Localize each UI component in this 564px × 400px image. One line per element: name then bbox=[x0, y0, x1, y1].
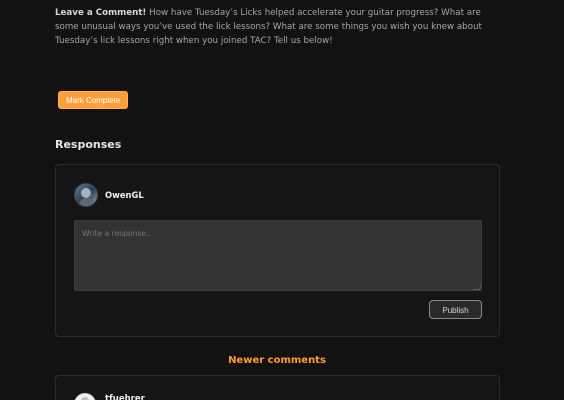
responses-heading: Responses bbox=[55, 138, 122, 151]
response-textarea[interactable] bbox=[74, 220, 482, 291]
comment-author-name: tfuehrer bbox=[105, 394, 145, 400]
newer-comments-link[interactable]: Newer comments bbox=[0, 355, 554, 366]
current-user-name: OwenGL bbox=[105, 190, 144, 200]
publish-button[interactable]: Publish bbox=[429, 300, 482, 319]
avatar bbox=[74, 183, 98, 207]
mark-complete-button[interactable]: Mark Complete bbox=[58, 91, 129, 109]
comment-prompt-lead: Leave a Comment! bbox=[55, 8, 147, 18]
comment-prompt: Leave a Comment! How have Tuesday’s Lick… bbox=[55, 6, 500, 49]
avatar bbox=[74, 393, 96, 400]
lesson-comments-page: Leave a Comment! How have Tuesday’s Lick… bbox=[0, 0, 564, 400]
response-composer-card: OwenGL Publish bbox=[55, 164, 500, 337]
comment-card: tfuehrer bbox=[55, 375, 500, 400]
